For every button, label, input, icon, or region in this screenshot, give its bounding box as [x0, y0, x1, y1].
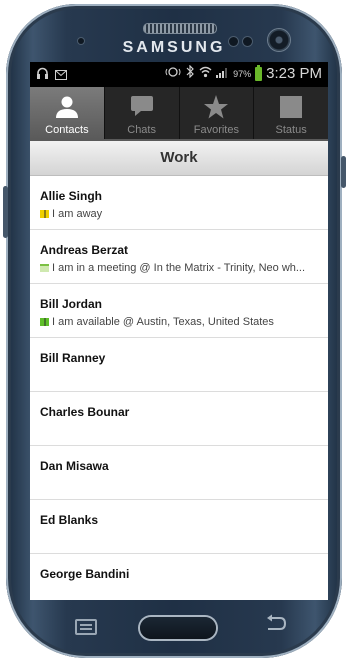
tab-label: Status	[275, 124, 307, 136]
light-sensor	[243, 37, 252, 46]
tab-chats[interactable]: Chats	[105, 87, 180, 139]
available-status-icon	[40, 318, 49, 326]
contact-row[interactable]: Dan Misawa	[30, 446, 328, 500]
meeting-status-icon	[40, 264, 49, 272]
status-bar: 97% 3:23 PM	[30, 62, 328, 87]
led-indicator	[78, 38, 84, 44]
back-arrow-icon[interactable]	[262, 614, 288, 634]
power-button[interactable]	[341, 156, 346, 188]
tab-label: Chats	[127, 124, 156, 136]
contact-status: I am in a meeting @ In the Matrix - Trin…	[40, 262, 324, 274]
contact-name: Andreas Berzat	[40, 243, 129, 257]
contact-row[interactable]: Bill Ranney	[30, 338, 328, 392]
tab-contacts[interactable]: Contacts	[30, 87, 105, 139]
status-text: I am away	[52, 208, 103, 220]
chat-bubble-icon	[129, 94, 155, 120]
home-button[interactable]	[140, 617, 216, 639]
wifi-icon	[199, 66, 212, 82]
contact-name: Allie Singh	[40, 189, 103, 203]
bluetooth-icon	[186, 64, 195, 82]
brand-logo: SAMSUNG	[122, 39, 226, 56]
status-text: I am in a meeting @ In the Matrix - Trin…	[52, 262, 306, 274]
contact-list: Allie Singh I am away Andreas Berzat I a…	[30, 176, 328, 600]
tab-label: Favorites	[193, 124, 239, 136]
contact-status: I am available @ Austin, Texas, United S…	[40, 316, 324, 328]
contact-name: George Bandini	[40, 567, 130, 581]
phone-device: SAMSUNG 97% 3:23 PM Contacts Chats Favor…	[0, 0, 348, 661]
battery-icon	[255, 64, 263, 81]
contact-name: Dan Misawa	[40, 459, 109, 473]
hardware-keys	[30, 600, 328, 656]
contact-row[interactable]: Allie Singh I am away	[30, 176, 328, 230]
contact-row[interactable]: Bill Jordan I am available @ Austin, Tex…	[30, 284, 328, 338]
person-icon	[54, 94, 80, 120]
tab-label: Contacts	[45, 124, 89, 136]
menu-key-icon[interactable]	[75, 619, 97, 635]
tab-status[interactable]: Status	[254, 87, 328, 139]
contact-name: Charles Bounar	[40, 405, 130, 419]
proximity-sensor	[229, 37, 238, 46]
contact-status: I am away	[40, 208, 324, 220]
status-text: I am available @ Austin, Texas, United S…	[52, 316, 274, 328]
contact-row[interactable]: Ed Blanks	[30, 500, 328, 554]
clock: 3:23 PM	[266, 65, 322, 82]
group-header[interactable]: Work	[30, 141, 328, 176]
contact-row[interactable]: Andreas Berzat I am in a meeting @ In th…	[30, 230, 328, 284]
screen: 97% 3:23 PM Contacts Chats Favorites Sta…	[30, 62, 328, 600]
sync-icon	[164, 66, 182, 82]
contact-name: Ed Blanks	[40, 513, 99, 527]
tab-bar: Contacts Chats Favorites Status	[30, 87, 328, 141]
signal-icon	[216, 66, 229, 82]
status-square-icon	[278, 94, 304, 120]
contact-row[interactable]: Charles Bounar	[30, 392, 328, 446]
star-icon	[203, 94, 229, 120]
tab-favorites[interactable]: Favorites	[180, 87, 255, 139]
contact-name: Bill Jordan	[40, 297, 103, 311]
battery-percent: 97%	[233, 68, 252, 79]
front-camera	[268, 29, 290, 51]
contact-name: Bill Ranney	[40, 351, 106, 365]
contact-row[interactable]: George Bandini	[30, 554, 328, 600]
earpiece-speaker	[143, 23, 217, 34]
message-icon	[55, 68, 67, 84]
volume-button[interactable]	[3, 186, 8, 238]
away-status-icon	[40, 210, 49, 218]
headset-icon	[36, 67, 49, 84]
